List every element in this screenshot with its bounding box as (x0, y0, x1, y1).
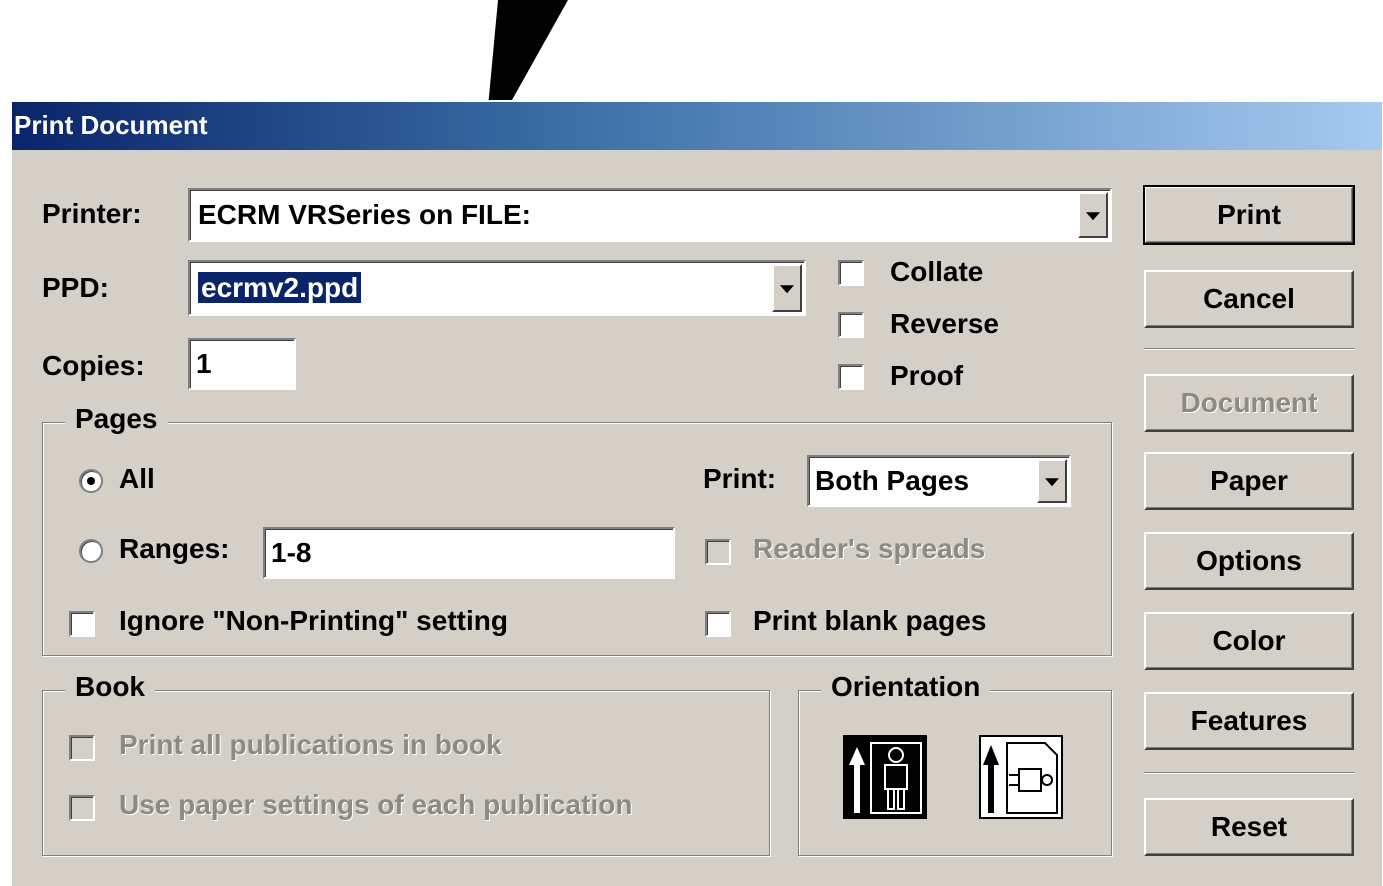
ppd-select[interactable]: ecrmv2.ppd (188, 260, 806, 316)
features-button[interactable]: Features (1144, 692, 1354, 750)
paper-button[interactable]: Paper (1144, 452, 1354, 510)
use-paper-settings-checkbox (69, 795, 95, 821)
ppd-dropdown-button[interactable] (772, 264, 802, 312)
chevron-down-icon (1045, 478, 1059, 487)
print-pages-dropdown-button[interactable] (1037, 459, 1067, 503)
print-pages-label: Print: (703, 463, 777, 494)
printer-value: ECRM VRSeries on FILE: (198, 199, 531, 230)
print-blank-pages-checkbox[interactable] (705, 611, 731, 637)
document-button: Document (1144, 374, 1354, 432)
all-label[interactable]: All (119, 463, 155, 495)
options-button[interactable]: Options (1144, 532, 1354, 590)
copies-value: 1 (196, 348, 212, 379)
ignore-non-printing-label[interactable]: Ignore "Non-Printing" setting (119, 605, 508, 637)
readers-spreads-checkbox (705, 539, 731, 565)
reset-button[interactable]: Reset (1144, 798, 1354, 856)
pages-group: Pages All Ranges: 1-8 Ignore "Non-Printi… (42, 403, 1112, 656)
radio-selected-dot (87, 477, 95, 485)
chevron-down-icon (780, 285, 794, 294)
book-group-title: Book (65, 671, 155, 703)
ppd-value-wrapper: ecrmv2.ppd (198, 272, 362, 304)
pages-group-title: Pages (65, 403, 168, 435)
printer-dropdown-button[interactable] (1078, 192, 1108, 238)
print-dialog: Print Document Printer: ECRM VRSeries on… (10, 100, 1382, 886)
button-separator (1144, 348, 1354, 350)
ranges-input[interactable]: 1-8 (263, 527, 675, 579)
title-bar[interactable]: Print Document (12, 102, 1382, 150)
orientation-group-title: Orientation (821, 671, 991, 703)
button-separator (1144, 772, 1354, 774)
portrait-orientation-icon[interactable] (843, 735, 927, 819)
print-all-publications-label: Print all publications in book (119, 729, 502, 760)
orientation-group: Orientation (798, 671, 1112, 856)
copies-input[interactable]: 1 (188, 338, 296, 390)
ppd-value: ecrmv2.ppd (198, 272, 362, 303)
color-button[interactable]: Color (1144, 612, 1354, 670)
all-radio[interactable] (79, 469, 103, 493)
dialog-title: Print Document (14, 110, 208, 140)
reverse-label[interactable]: Reverse (890, 308, 999, 340)
ignore-non-printing-checkbox[interactable] (69, 611, 95, 637)
cancel-button[interactable]: Cancel (1144, 270, 1354, 328)
reverse-checkbox[interactable] (838, 312, 864, 338)
proof-checkbox[interactable] (838, 364, 864, 390)
print-pages-select[interactable]: Both Pages (807, 455, 1071, 507)
printer-select[interactable]: ECRM VRSeries on FILE: (188, 188, 1112, 242)
ranges-value: 1-8 (271, 537, 312, 568)
ppd-label: PPD: (42, 272, 109, 303)
landscape-orientation-icon[interactable] (979, 735, 1063, 819)
collate-label[interactable]: Collate (890, 256, 983, 288)
collate-checkbox[interactable] (838, 260, 864, 286)
book-group: Book Print all publications in book Use … (42, 671, 770, 856)
ranges-radio[interactable] (79, 539, 103, 563)
chevron-down-icon (1086, 212, 1100, 221)
print-blank-pages-label[interactable]: Print blank pages (753, 605, 986, 637)
print-all-publications-checkbox (69, 735, 95, 761)
print-button[interactable]: Print (1143, 185, 1355, 245)
proof-label[interactable]: Proof (890, 360, 963, 392)
copies-label: Copies: (42, 350, 145, 381)
use-paper-settings-label: Use paper settings of each publication (119, 789, 633, 820)
ranges-label[interactable]: Ranges: (119, 533, 229, 565)
readers-spreads-label: Reader's spreads (753, 533, 986, 564)
print-pages-value: Both Pages (815, 465, 970, 496)
printer-label: Printer: (42, 198, 142, 229)
